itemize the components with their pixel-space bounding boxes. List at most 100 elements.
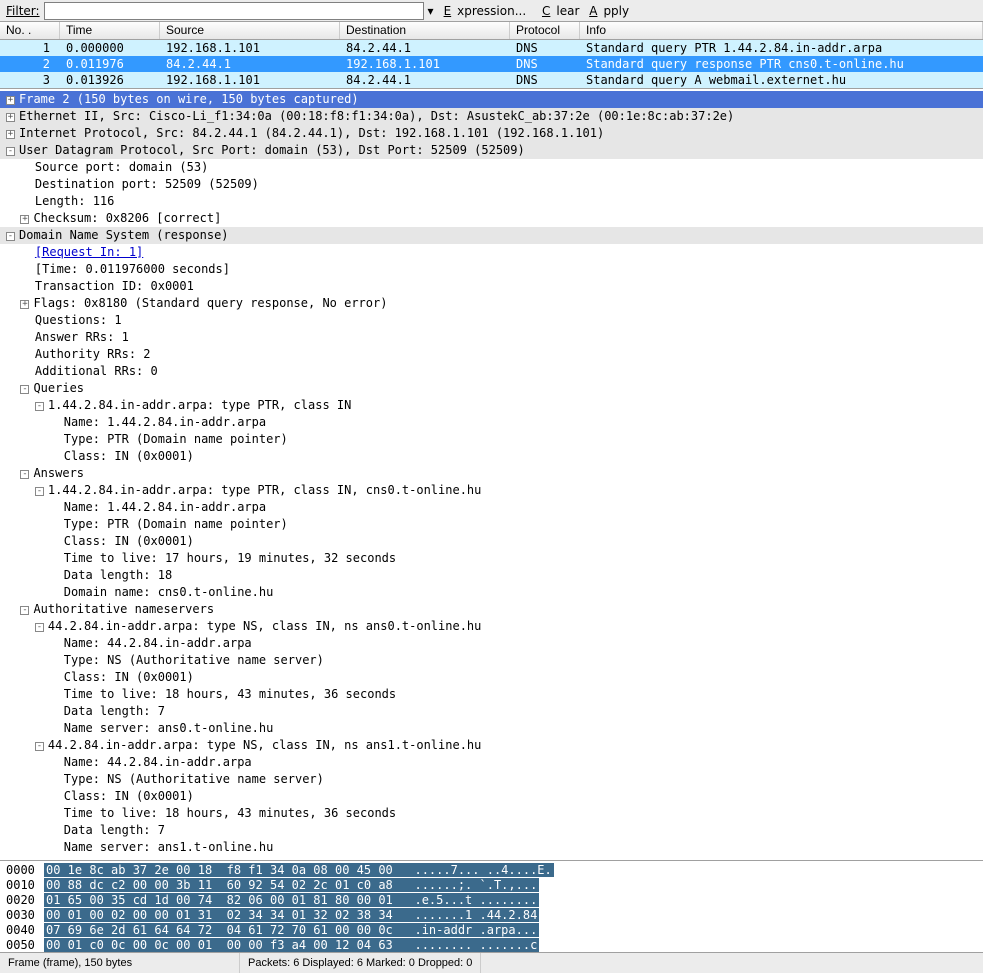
collapse-icon[interactable]: -	[35, 623, 44, 632]
tree-leaf[interactable]: Name: 1.44.2.84.in-addr.arpa	[0, 414, 983, 431]
hex-row[interactable]: 004007 69 6e 2d 61 64 64 72 04 61 72 70 …	[0, 923, 983, 938]
tree-leaf[interactable]: Transaction ID: 0x0001	[0, 278, 983, 295]
tree-leaf[interactable]: Name: 44.2.84.in-addr.arpa	[0, 635, 983, 652]
tree-leaf[interactable]: Class: IN (0x0001)	[0, 669, 983, 686]
hex-bytes: 07 69 6e 2d 61 64 64 72 04 61 72 70 61 0…	[46, 923, 393, 937]
col-header-info[interactable]: Info	[580, 22, 983, 39]
hex-row[interactable]: 002001 65 00 35 cd 1d 00 74 82 06 00 01 …	[0, 893, 983, 908]
tree-leaf[interactable]: Data length: 7	[0, 703, 983, 720]
cell-proto: DNS	[510, 40, 580, 56]
tree-leaf[interactable]: Domain name: cns0.t-online.hu	[0, 584, 983, 601]
tree-frame[interactable]: +Frame 2 (150 bytes on wire, 150 bytes c…	[0, 91, 983, 108]
collapse-icon[interactable]: -	[35, 402, 44, 411]
filter-dropdown-icon[interactable]: ▾	[424, 4, 438, 18]
collapse-icon[interactable]: -	[6, 232, 15, 241]
tree-answers[interactable]: -Answers	[0, 465, 983, 482]
hex-dump-pane[interactable]: 000000 1e 8c ab 37 2e 00 18 f8 f1 34 0a …	[0, 861, 983, 953]
status-frame: Frame (frame), 150 bytes	[0, 953, 240, 973]
tree-leaf[interactable]: Time to live: 17 hours, 19 minutes, 32 s…	[0, 550, 983, 567]
collapse-icon[interactable]: -	[20, 385, 29, 394]
tree-request-link[interactable]: [Request In: 1]	[0, 244, 983, 261]
tree-leaf[interactable]: Data length: 18	[0, 567, 983, 584]
tree-udp[interactable]: -User Datagram Protocol, Src Port: domai…	[0, 142, 983, 159]
packet-details-pane[interactable]: +Frame 2 (150 bytes on wire, 150 bytes c…	[0, 89, 983, 861]
hex-row[interactable]: 000000 1e 8c ab 37 2e 00 18 f8 f1 34 0a …	[0, 863, 983, 878]
packet-list-header[interactable]: No. . Time Source Destination Protocol I…	[0, 22, 983, 40]
expand-icon[interactable]: +	[20, 215, 29, 224]
tree-leaf[interactable]: Questions: 1	[0, 312, 983, 329]
hex-offset: 0010	[0, 878, 44, 893]
apply-button[interactable]: Apply	[589, 4, 629, 18]
tree-leaf[interactable]: Data length: 7	[0, 822, 983, 839]
expand-icon[interactable]: +	[6, 113, 15, 122]
tree-leaf[interactable]: Type: NS (Authoritative name server)	[0, 771, 983, 788]
tree-leaf[interactable]: [Time: 0.011976000 seconds]	[0, 261, 983, 278]
collapse-icon[interactable]: -	[6, 147, 15, 156]
cell-info: Standard query response PTR cns0.t-onlin…	[580, 56, 983, 72]
hex-offset: 0030	[0, 908, 44, 923]
clear-button[interactable]: Clear	[542, 4, 579, 18]
tree-leaf[interactable]: Name server: ans1.t-online.hu	[0, 839, 983, 856]
cell-time: 0.011976	[60, 56, 160, 72]
expand-icon[interactable]: +	[20, 300, 29, 309]
hex-ascii: .....7... ..4....E.	[414, 863, 551, 877]
cell-src: 192.168.1.101	[160, 40, 340, 56]
hex-ascii: .e.5...t ........	[414, 893, 537, 907]
tree-queries[interactable]: -Queries	[0, 380, 983, 397]
collapse-icon[interactable]: -	[20, 470, 29, 479]
collapse-icon[interactable]: -	[35, 487, 44, 496]
tree-query-item[interactable]: -1.44.2.84.in-addr.arpa: type PTR, class…	[0, 397, 983, 414]
tree-leaf[interactable]: Type: PTR (Domain name pointer)	[0, 431, 983, 448]
tree-leaf[interactable]: Class: IN (0x0001)	[0, 533, 983, 550]
expand-icon[interactable]: +	[6, 96, 15, 105]
col-header-time[interactable]: Time	[60, 22, 160, 39]
tree-leaf[interactable]: Name: 1.44.2.84.in-addr.arpa	[0, 499, 983, 516]
cell-src: 84.2.44.1	[160, 56, 340, 72]
col-header-no[interactable]: No. .	[0, 22, 60, 39]
tree-leaf[interactable]: Additional RRs: 0	[0, 363, 983, 380]
collapse-icon[interactable]: -	[20, 606, 29, 615]
expression-button[interactable]: Expression...	[444, 4, 533, 18]
col-header-protocol[interactable]: Protocol	[510, 22, 580, 39]
tree-ip[interactable]: +Internet Protocol, Src: 84.2.44.1 (84.2…	[0, 125, 983, 142]
hex-row[interactable]: 003000 01 00 02 00 00 01 31 02 34 34 01 …	[0, 908, 983, 923]
packet-row[interactable]: 3 0.013926 192.168.1.101 84.2.44.1 DNS S…	[0, 72, 983, 88]
tree-leaf[interactable]: Time to live: 18 hours, 43 minutes, 36 s…	[0, 686, 983, 703]
tree-flags[interactable]: +Flags: 0x8180 (Standard query response,…	[0, 295, 983, 312]
tree-leaf[interactable]: Destination port: 52509 (52509)	[0, 176, 983, 193]
tree-leaf[interactable]: Time to live: 18 hours, 43 minutes, 36 s…	[0, 805, 983, 822]
cell-no: 3	[0, 72, 60, 88]
tree-answer-item[interactable]: -1.44.2.84.in-addr.arpa: type PTR, class…	[0, 482, 983, 499]
tree-leaf[interactable]: Length: 116	[0, 193, 983, 210]
tree-leaf[interactable]: Authority RRs: 2	[0, 346, 983, 363]
hex-ascii: .......1 .44.2.84	[414, 908, 537, 922]
cell-src: 192.168.1.101	[160, 72, 340, 88]
collapse-icon[interactable]: -	[35, 742, 44, 751]
tree-leaf[interactable]: Class: IN (0x0001)	[0, 788, 983, 805]
tree-ethernet[interactable]: +Ethernet II, Src: Cisco-Li_f1:34:0a (00…	[0, 108, 983, 125]
cell-info: Standard query PTR 1.44.2.84.in-addr.arp…	[580, 40, 983, 56]
packet-row-selected[interactable]: 2 0.011976 84.2.44.1 192.168.1.101 DNS S…	[0, 56, 983, 72]
col-header-destination[interactable]: Destination	[340, 22, 510, 39]
tree-leaf[interactable]: Answer RRs: 1	[0, 329, 983, 346]
col-header-source[interactable]: Source	[160, 22, 340, 39]
tree-leaf[interactable]: Source port: domain (53)	[0, 159, 983, 176]
expand-icon[interactable]: +	[6, 130, 15, 139]
status-bar: Frame (frame), 150 bytes Packets: 6 Disp…	[0, 953, 983, 973]
tree-leaf[interactable]: Class: IN (0x0001)	[0, 448, 983, 465]
tree-leaf[interactable]: Type: PTR (Domain name pointer)	[0, 516, 983, 533]
tree-ns-item[interactable]: -44.2.84.in-addr.arpa: type NS, class IN…	[0, 737, 983, 754]
tree-ns-item[interactable]: -44.2.84.in-addr.arpa: type NS, class IN…	[0, 618, 983, 635]
cell-no: 2	[0, 56, 60, 72]
tree-leaf[interactable]: Name server: ans0.t-online.hu	[0, 720, 983, 737]
tree-checksum[interactable]: +Checksum: 0x8206 [correct]	[0, 210, 983, 227]
hex-row[interactable]: 001000 88 dc c2 00 00 3b 11 60 92 54 02 …	[0, 878, 983, 893]
tree-leaf[interactable]: Type: NS (Authoritative name server)	[0, 652, 983, 669]
tree-leaf[interactable]: Name: 44.2.84.in-addr.arpa	[0, 754, 983, 771]
packet-row[interactable]: 1 0.000000 192.168.1.101 84.2.44.1 DNS S…	[0, 40, 983, 56]
tree-auth[interactable]: -Authoritative nameservers	[0, 601, 983, 618]
tree-dns[interactable]: -Domain Name System (response)	[0, 227, 983, 244]
hex-row[interactable]: 005000 01 c0 0c 00 0c 00 01 00 00 f3 a4 …	[0, 938, 983, 953]
hex-offset: 0050	[0, 938, 44, 953]
filter-input[interactable]	[44, 2, 424, 20]
